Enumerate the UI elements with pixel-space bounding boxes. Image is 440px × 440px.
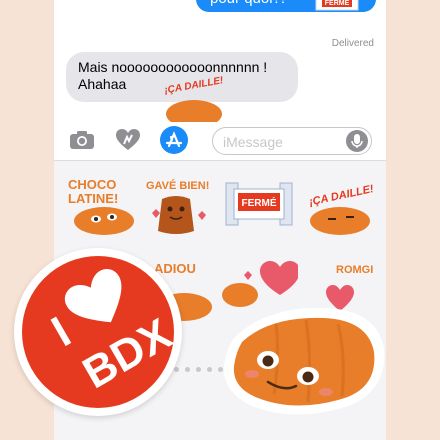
camera-icon[interactable] — [66, 124, 98, 156]
imessage-placeholder: iMessage — [223, 134, 283, 150]
microphone-icon[interactable] — [346, 130, 368, 152]
canele-sticker-large — [223, 307, 385, 415]
page-dot[interactable] — [185, 367, 190, 372]
delivered-status: Delivered — [331, 38, 374, 49]
outgoing-message-text: pour quoi?! — [210, 0, 285, 12]
bdx-badge-red: I BDX — [22, 256, 174, 408]
digital-touch-heart-icon[interactable] — [112, 124, 144, 156]
romgi-label: ROMGI — [336, 264, 373, 276]
sticker-ca-daille[interactable]: ¡ÇA DAILLE! — [300, 169, 378, 239]
bdx-i-letter: I — [44, 308, 79, 357]
ca-daille-label: ¡ÇA DAILLE! — [308, 183, 375, 208]
page-dot[interactable] — [174, 367, 179, 372]
imessage-input[interactable]: iMessage — [212, 127, 372, 155]
page-dot[interactable] — [196, 367, 201, 372]
heart-icon: I BDX — [44, 269, 174, 398]
sticker-ferme[interactable]: FERMÉ — [220, 169, 298, 239]
gave-bien-label: GAVÉ BIEN! — [146, 179, 209, 192]
app-store-icon[interactable] — [158, 124, 190, 156]
ca-daille-sticker-inline: ¡ÇA DAILLE! — [164, 75, 224, 122]
ferme-sticker-sent: FERMÉ — [315, 0, 359, 11]
ca-daille-inline-label: ¡ÇA DAILLE! — [164, 75, 224, 96]
sticker-choco-latine[interactable]: CHOCO LATINE! — [62, 169, 140, 239]
ferme-sent-label: FERMÉ — [325, 0, 350, 7]
page-dot[interactable] — [207, 367, 212, 372]
adiou-line1: ADIOU — [154, 261, 196, 276]
sticker-gave-bien[interactable]: GAVÉ BIEN! — [140, 169, 218, 239]
compose-toolbar: iMessage — [54, 124, 386, 156]
bdx-letters: BDX — [75, 309, 174, 398]
choco-line1: CHOCO — [68, 177, 116, 192]
i-love-bdx-sticker: I BDX — [14, 248, 182, 416]
choco-line2: LATINE! — [68, 191, 118, 206]
ferme-label: FERMÉ — [242, 196, 277, 209]
